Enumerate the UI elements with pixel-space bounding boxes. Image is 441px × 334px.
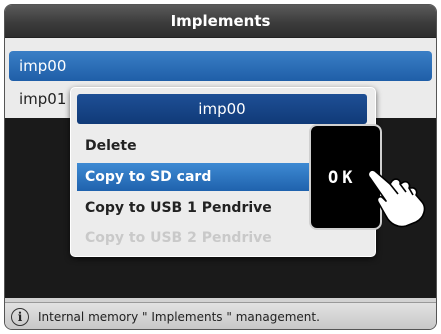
list-item-imp00[interactable]: imp00 (9, 51, 432, 81)
status-bar: i Internal memory " Implements " managem… (5, 302, 436, 329)
info-icon: i (11, 308, 29, 326)
context-menu-title: imp00 (77, 94, 367, 124)
pointing-hand-icon (367, 169, 426, 228)
ok-button-label: OK (328, 168, 357, 188)
status-text: Internal memory " Implements " managemen… (38, 310, 320, 324)
window-title: Implements (5, 5, 436, 38)
